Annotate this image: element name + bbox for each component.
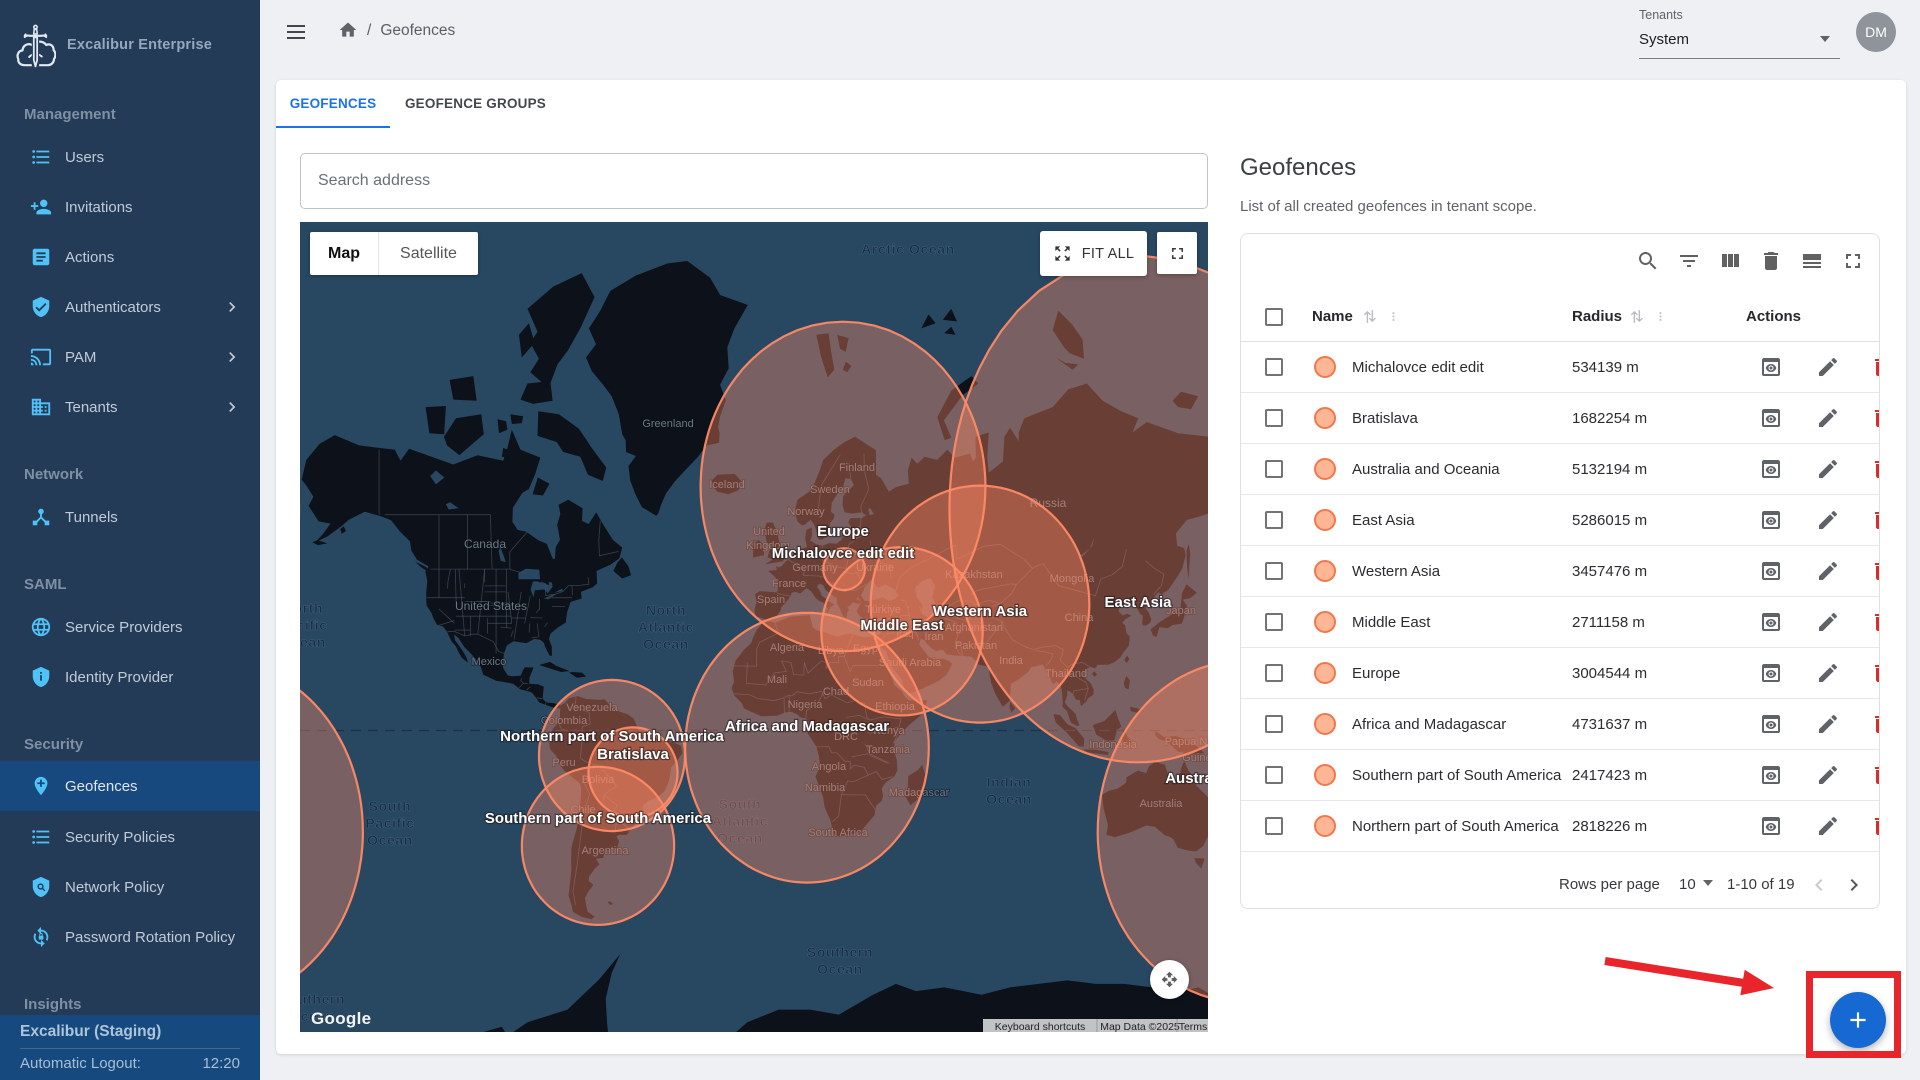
svg-text:Map Data ©2025: Map Data ©2025 (1100, 1021, 1180, 1032)
svg-text:Australia and Oceania: Australia and Oceania (1165, 770, 1208, 787)
svg-text:Arctic Ocean: Arctic Ocean (861, 241, 955, 257)
svg-text:North: North (300, 600, 323, 616)
svg-text:Europe: Europe (817, 523, 869, 540)
svg-text:Atlantic: Atlantic (638, 619, 694, 635)
svg-text:Ocean: Ocean (643, 636, 689, 652)
svg-text:Canada: Canada (464, 537, 506, 551)
svg-text:South: South (369, 798, 412, 814)
svg-text:Michalovce edit edit: Michalovce edit edit (772, 545, 915, 562)
svg-text:Ocean: Ocean (300, 634, 326, 650)
svg-text:Africa and Madagascar: Africa and Madagascar (725, 718, 889, 735)
svg-text:Pacific: Pacific (365, 815, 414, 831)
svg-text:Keyboard shortcuts: Keyboard shortcuts (995, 1021, 1085, 1032)
svg-text:Southern: Southern (300, 991, 345, 1007)
svg-text:North: North (646, 602, 686, 618)
svg-text:Indian: Indian (987, 774, 1032, 790)
svg-text:Southern: Southern (807, 944, 873, 960)
svg-text:Pacific: Pacific (300, 617, 328, 633)
svg-text:Terms: Terms (1179, 1021, 1208, 1032)
svg-text:Western Asia: Western Asia (933, 603, 1028, 620)
svg-text:Mexico: Mexico (472, 656, 507, 668)
svg-text:United States: United States (455, 599, 527, 613)
svg-text:Ocean: Ocean (817, 961, 863, 977)
svg-text:East Asia: East Asia (1105, 594, 1173, 611)
svg-text:Google: Google (311, 1009, 371, 1028)
svg-text:Ocean: Ocean (986, 791, 1032, 807)
svg-text:Southern part of South America: Southern part of South America (485, 810, 712, 827)
svg-text:Northern part of South America: Northern part of South America (500, 728, 724, 745)
svg-text:Bratislava: Bratislava (597, 746, 669, 763)
svg-text:Ocean: Ocean (367, 832, 413, 848)
svg-text:Greenland: Greenland (642, 418, 693, 430)
svg-text:Middle East: Middle East (860, 617, 943, 634)
